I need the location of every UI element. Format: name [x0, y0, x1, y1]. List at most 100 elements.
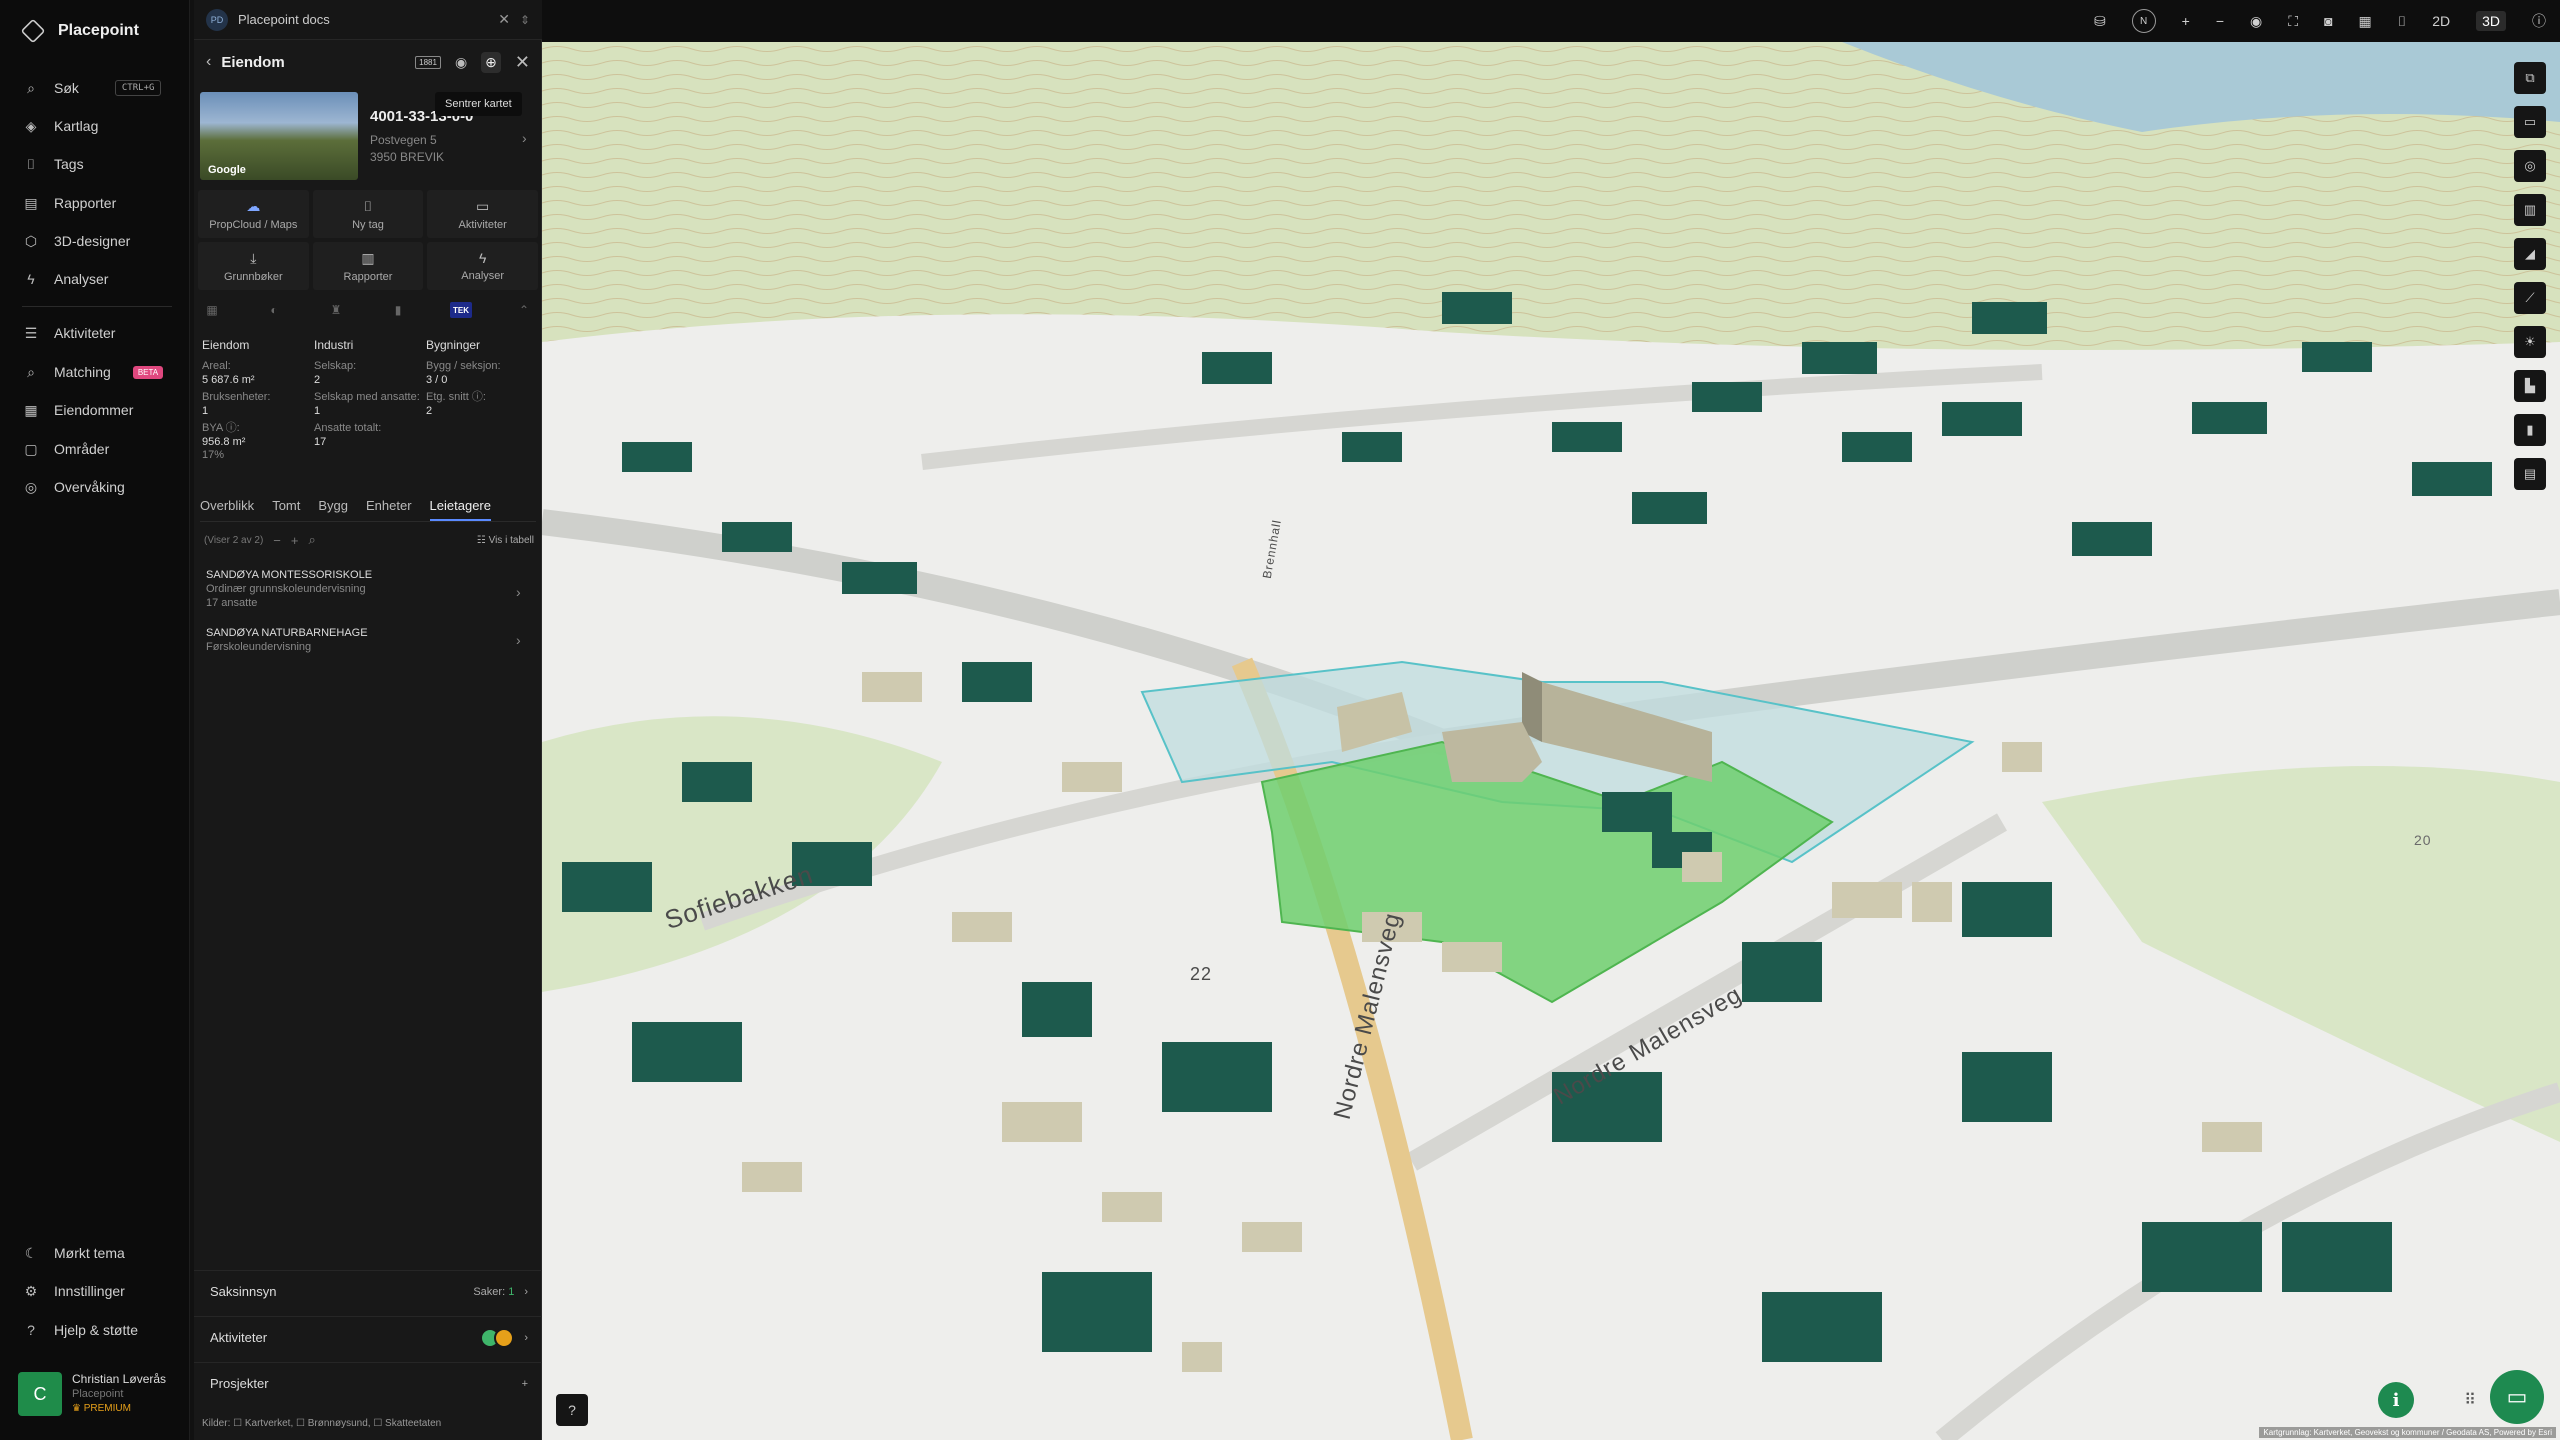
- height-tool-icon[interactable]: ▙: [2514, 370, 2546, 402]
- nav-item-matching[interactable]: ⌕ Matching BETA: [22, 360, 164, 384]
- show-in-table-link[interactable]: ☷ Vis i tabell: [477, 535, 534, 546]
- help-button[interactable]: ?: [556, 1394, 588, 1426]
- tab-leietagere[interactable]: Leietagere: [429, 498, 491, 521]
- docs-title[interactable]: Placepoint docs: [238, 12, 330, 27]
- nav-item-analyser[interactable]: ϟ Analyser: [22, 267, 108, 291]
- land-registry-button[interactable]: ⤓ Grunnbøker: [198, 242, 309, 290]
- chevron-right-icon[interactable]: ›: [516, 632, 521, 648]
- bar-chart-tool-icon[interactable]: ▮: [2514, 414, 2546, 446]
- cases-label: Saker:: [473, 1285, 506, 1298]
- bookmark-icon[interactable]: ⌷: [2398, 13, 2406, 30]
- tenant-item[interactable]: SANDØYA NATURBARNEHAGE Førskoleundervisn…: [206, 626, 532, 654]
- nav-item-search[interactable]: ⌕ Søk CTRL+G: [22, 76, 162, 100]
- facts-heading: Eiendom: [202, 338, 250, 352]
- globe-source-icon[interactable]: ◐: [264, 300, 284, 320]
- user-name: Christian Løverås: [72, 1372, 167, 1386]
- close-icon[interactable]: ✕: [515, 52, 530, 73]
- eye-icon[interactable]: ◉: [2250, 13, 2262, 30]
- tab-enheter[interactable]: Enheter: [366, 498, 412, 521]
- zoom-in-icon[interactable]: +: [2182, 13, 2190, 29]
- action-label: Rapporter: [343, 270, 393, 283]
- nav-item-label: Matching: [54, 364, 111, 380]
- nav-item-tags[interactable]: ⌷ Tags: [22, 152, 84, 176]
- search-icon[interactable]: ⌕: [308, 532, 315, 548]
- sun-tool-icon[interactable]: ☀: [2514, 326, 2546, 358]
- nav-item-help[interactable]: ? Hjelp & støtte: [22, 1318, 138, 1342]
- plus-icon[interactable]: +: [291, 533, 299, 548]
- profile-tool-icon[interactable]: ◢: [2514, 238, 2546, 270]
- eye-icon[interactable]: ◉: [455, 54, 467, 71]
- layer-tool-icon[interactable]: ⧉: [2514, 62, 2546, 94]
- nav-item-overvaking[interactable]: ◎ Overvåking: [22, 475, 125, 499]
- compass-icon[interactable]: N: [2131, 9, 2156, 33]
- nav-item-dark-theme[interactable]: ☾ Mørkt tema: [22, 1241, 125, 1265]
- center-map-icon[interactable]: ⊕: [481, 51, 501, 73]
- slope-tool-icon[interactable]: ⟋: [2514, 282, 2546, 314]
- nav-item-eiendommer[interactable]: ▦ Eiendommer: [22, 398, 133, 422]
- plus-icon[interactable]: +: [522, 1378, 528, 1390]
- nav-item-kartlag[interactable]: ◈ Kartlag: [22, 114, 99, 138]
- map-canvas[interactable]: [542, 42, 2560, 1440]
- propcloud-button[interactable]: ☁ PropCloud / Maps: [198, 190, 309, 238]
- measure-tool-icon[interactable]: ▭: [2514, 106, 2546, 138]
- map-3d-view[interactable]: Sofiebakken Nordre Malensveg Nordre Male…: [542, 42, 2560, 1440]
- google-label: Google: [208, 164, 246, 176]
- industry-source-icon[interactable]: ♜: [326, 300, 346, 320]
- activities-button[interactable]: ▭ Aktiviteter: [427, 190, 538, 238]
- grid-icon[interactable]: ▦: [2359, 13, 2372, 30]
- tenant-item[interactable]: SANDØYA MONTESSORISKOLE Ordinær grunnsko…: [206, 568, 532, 610]
- statistics-tool-icon[interactable]: ▥: [2514, 194, 2546, 226]
- tab-tomt[interactable]: Tomt: [272, 498, 300, 521]
- chevron-right-icon[interactable]: ›: [516, 584, 521, 600]
- nav-item-label: Mørkt tema: [54, 1245, 125, 1261]
- crown-icon: ♛: [72, 1403, 81, 1414]
- nav-item-label: 3D-designer: [54, 233, 131, 249]
- fact-value: 956.8 m²: [202, 436, 246, 448]
- section-aktiviteter[interactable]: Aktiviteter ›: [194, 1316, 542, 1358]
- back-icon[interactable]: ‹: [206, 53, 211, 71]
- mode-2d-button[interactable]: 2D: [2432, 13, 2450, 29]
- nav-item-aktiviteter[interactable]: ☰ Aktiviteter: [22, 321, 116, 345]
- minus-icon[interactable]: −: [273, 533, 281, 548]
- section-prosjekter[interactable]: Prosjekter +: [194, 1362, 542, 1404]
- drag-handle-icon[interactable]: ⠿: [2464, 1390, 2476, 1410]
- nav-item-settings[interactable]: ⚙ Innstillinger: [22, 1279, 125, 1303]
- stats-source-icon[interactable]: ▮: [388, 300, 408, 320]
- user-profile[interactable]: C Christian Løverås Placepoint ♛ PREMIUM: [18, 1372, 180, 1422]
- chat-button[interactable]: ▭: [2490, 1370, 2544, 1424]
- report-tool-icon[interactable]: ▤: [2514, 458, 2546, 490]
- info-button[interactable]: i: [2378, 1382, 2414, 1418]
- view-tool-icon[interactable]: ◎: [2514, 150, 2546, 182]
- tab-overblikk[interactable]: Overblikk: [200, 498, 254, 521]
- zoom-out-icon[interactable]: −: [2216, 13, 2224, 29]
- reports-button[interactable]: ▥ Rapporter: [312, 242, 424, 290]
- collapse-icon[interactable]: ⌃: [514, 300, 534, 320]
- expand-docs-icon[interactable]: ⇕: [520, 13, 530, 27]
- analyses-button[interactable]: ϟ Analyser: [427, 242, 538, 290]
- fact-value: 5 687.6 m²: [202, 374, 255, 386]
- close-docs-icon[interactable]: ✕: [498, 11, 510, 28]
- tab-bygg[interactable]: Bygg: [318, 498, 348, 521]
- area-icon: ▢: [24, 440, 38, 457]
- new-tag-button[interactable]: ⌷ Ny tag: [312, 190, 424, 238]
- brand[interactable]: Placepoint: [20, 18, 139, 44]
- avatar: [494, 1327, 515, 1348]
- chevron-right-icon[interactable]: ›: [522, 130, 527, 146]
- badge-1881-icon[interactable]: 1881: [415, 55, 441, 69]
- fullscreen-icon[interactable]: ⛶: [2288, 13, 2298, 30]
- action-grid: ☁ PropCloud / Maps ⌷ Ny tag ▭ Aktiviteter ⤓…: [198, 190, 538, 290]
- gear-icon: ⚙: [24, 1282, 38, 1299]
- facts-eiendom: Eiendom Areal: 5 687.6 m² Bruksenheter: …: [202, 338, 314, 461]
- tek-source-icon[interactable]: TEK: [450, 302, 472, 318]
- layers-3d-icon[interactable]: ⛁: [2094, 13, 2106, 30]
- nav-item-3d-designer[interactable]: ⬡ 3D-designer: [22, 229, 130, 253]
- mode-3d-button[interactable]: 3D: [2476, 11, 2506, 31]
- street-view-thumbnail[interactable]: Google: [200, 92, 358, 180]
- nav-item-rapporter[interactable]: ▤ Rapporter: [22, 191, 116, 215]
- nav-item-omrader[interactable]: ▢ Områder: [22, 437, 109, 461]
- section-saksinnsyn[interactable]: Saksinnsyn Saker: 1 ›: [194, 1270, 542, 1312]
- camera-icon[interactable]: ◙: [2324, 13, 2332, 29]
- info-icon[interactable]: ⓘ: [2532, 11, 2546, 31]
- fact-label: Etg. snitt ⓘ:: [426, 391, 486, 403]
- property-source-icon[interactable]: ▦: [202, 300, 222, 320]
